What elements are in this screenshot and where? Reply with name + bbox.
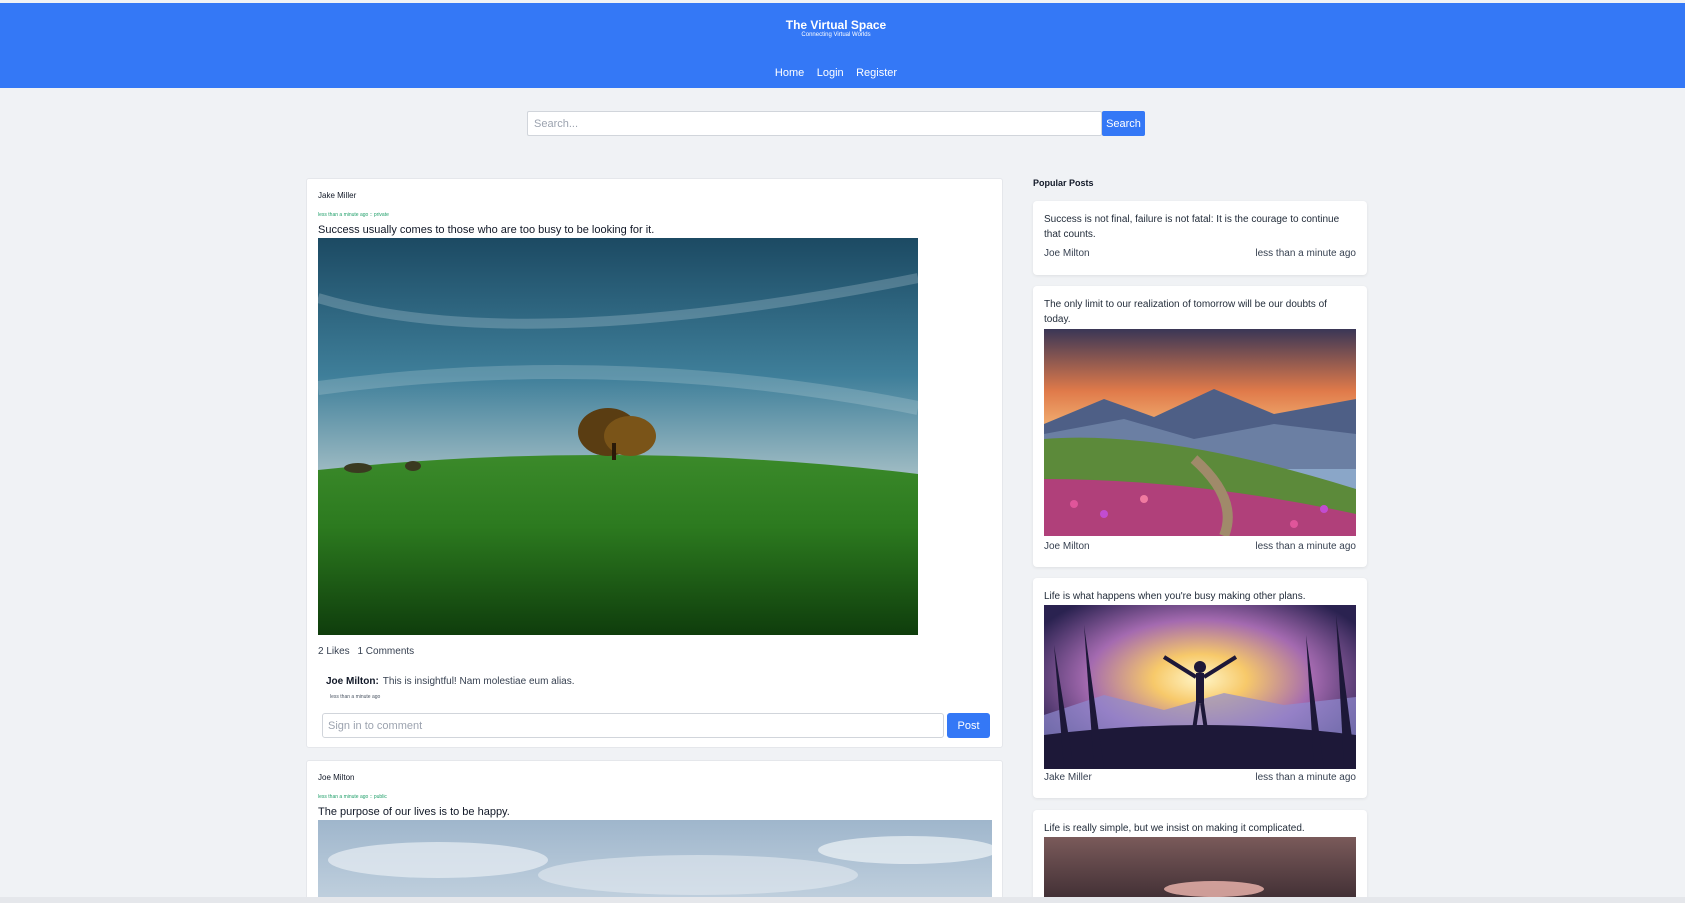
popular-post-time: less than a minute ago: [1255, 772, 1356, 783]
post-author[interactable]: Jake Miller: [318, 191, 356, 200]
comment-author[interactable]: Joe Milton:: [326, 676, 379, 687]
post-image[interactable]: [318, 820, 992, 903]
mountain-flowers-photo: [1044, 329, 1356, 536]
popular-post-card[interactable]: Success is not final, failure is not fat…: [1033, 201, 1367, 275]
post-card: Joe Milton less than a minute ago :: pub…: [306, 760, 1003, 903]
nav-login[interactable]: Login: [817, 67, 844, 79]
search-bar: Search: [527, 111, 1145, 136]
post-text: Success usually comes to those who are t…: [318, 224, 655, 236]
top-header: The Virtual Space Connecting Virtual Wor…: [0, 3, 1685, 88]
sunset-clouds-photo: [1044, 837, 1356, 903]
comments-count[interactable]: 1 Comments: [357, 646, 414, 657]
search-button[interactable]: Search: [1102, 111, 1145, 136]
clouds-photo: [318, 820, 992, 903]
popular-post-author[interactable]: Jake Miller: [1044, 772, 1092, 783]
landscape-photo: [318, 238, 918, 635]
nav-register[interactable]: Register: [856, 67, 897, 79]
popular-post-footer: Joe Milton less than a minute ago: [1044, 248, 1356, 259]
popular-post-text: Life is really simple, but we insist on …: [1044, 823, 1305, 834]
popular-post-text: Success is not final, failure is not fat…: [1044, 214, 1340, 240]
popular-post-author[interactable]: Joe Milton: [1044, 248, 1090, 259]
comment-time: less than a minute ago: [330, 694, 381, 700]
popular-post-footer: Joe Milton less than a minute ago: [1044, 541, 1356, 552]
post-stats: 2 Likes 1 Comments: [318, 646, 419, 657]
post-image[interactable]: [318, 238, 918, 635]
site-subtitle: Connecting Virtual Worlds: [801, 32, 871, 38]
popular-post-image[interactable]: [1044, 605, 1356, 769]
search-input[interactable]: [527, 111, 1102, 136]
popular-post-card[interactable]: The only limit to our realization of tom…: [1033, 286, 1367, 567]
popular-post-card[interactable]: Life is really simple, but we insist on …: [1033, 810, 1367, 903]
post-comment-button[interactable]: Post: [947, 713, 990, 738]
popular-post-image[interactable]: [1044, 329, 1356, 536]
main-nav: Home Login Register: [0, 63, 1672, 81]
post-meta: less than a minute ago :: public: [318, 794, 387, 800]
popular-posts-heading: Popular Posts: [1033, 178, 1094, 188]
popular-post-text: Life is what happens when you're busy ma…: [1044, 591, 1306, 602]
post-author[interactable]: Joe Milton: [318, 773, 354, 782]
post-meta: less than a minute ago :: private: [318, 212, 389, 218]
comment-text: This is insightful! Nam molestiae eum al…: [382, 676, 575, 687]
post-text: The purpose of our lives is to be happy.: [318, 806, 510, 818]
post-card: Jake Miller less than a minute ago :: pr…: [306, 178, 1003, 748]
comment: Joe Milton: This is insightful! Nam moles…: [326, 676, 575, 687]
nav-home[interactable]: Home: [775, 67, 804, 79]
comment-input[interactable]: [322, 713, 944, 738]
popular-post-text: The only limit to our realization of tom…: [1044, 299, 1327, 325]
popular-post-card[interactable]: Life is what happens when you're busy ma…: [1033, 578, 1367, 798]
popular-post-image[interactable]: [1044, 837, 1356, 903]
popular-post-author[interactable]: Joe Milton: [1044, 541, 1090, 552]
bottom-scroll-edge: [0, 897, 1685, 903]
popular-post-time: less than a minute ago: [1255, 248, 1356, 259]
likes-count[interactable]: 2 Likes: [318, 646, 350, 657]
popular-post-time: less than a minute ago: [1255, 541, 1356, 552]
site-title: The Virtual Space: [785, 18, 887, 32]
popular-post-footer: Jake Miller less than a minute ago: [1044, 772, 1356, 783]
sunrise-silhouette-photo: [1044, 605, 1356, 769]
